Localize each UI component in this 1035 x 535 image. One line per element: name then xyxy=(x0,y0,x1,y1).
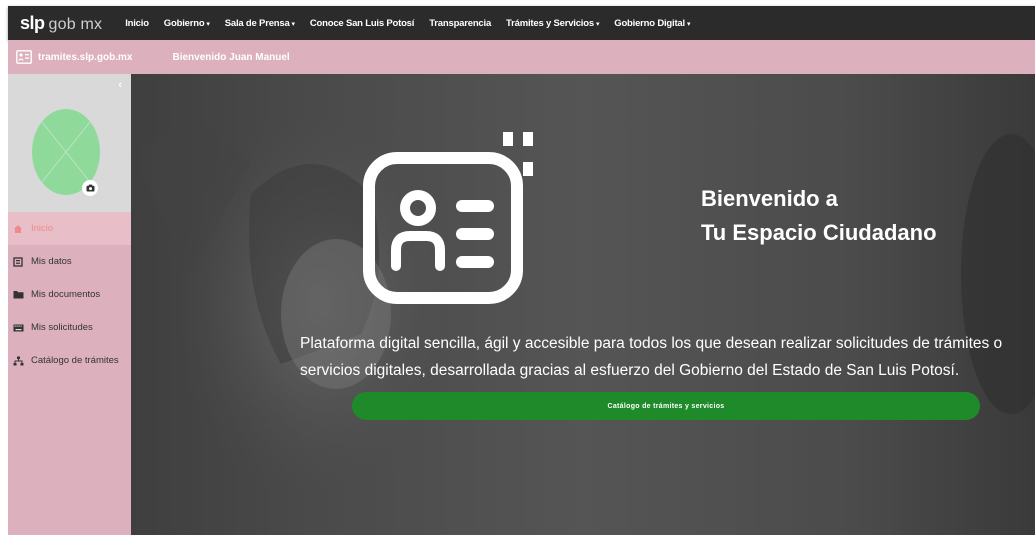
caret-down-icon: ▾ xyxy=(291,20,296,28)
sidebar-item-label: Mis documentos xyxy=(31,289,101,300)
top-navbar: slp gob mx Inicio Gobierno ▾ Sala de Pren… xyxy=(8,6,1035,40)
brand-secondary: gob mx xyxy=(48,15,103,33)
citizen-id-card-icon xyxy=(363,132,533,304)
nav-inicio[interactable]: Inicio xyxy=(125,18,149,29)
hero-background-photo xyxy=(131,104,1035,504)
hero-description: Plataforma digital sencilla, ágil y acce… xyxy=(300,335,1003,379)
sidebar-item-catalogo-tramites[interactable]: Catálogo de trámites xyxy=(8,344,131,377)
hero-title-line2: Tu Espacio Ciudadano xyxy=(701,220,937,245)
sidebar-item-mis-solicitudes[interactable]: Mis solicitudes xyxy=(8,311,131,344)
caret-down-icon: ▾ xyxy=(595,20,600,28)
site-subheader: tramites.slp.gob.mx Bienvenido Juan Manu… xyxy=(8,40,1035,74)
brand-primary: slp xyxy=(20,12,45,33)
sidebar-item-label: Inicio xyxy=(31,223,54,234)
sidebar-item-label: Mis solicitudes xyxy=(31,322,93,333)
hero-banner: Bienvenido a Tu Espacio Ciudadano Plataf… xyxy=(131,74,1035,535)
profile-panel: ‹ xyxy=(8,74,131,212)
nav-gobierno[interactable]: Gobierno ▾ xyxy=(164,18,210,29)
sidebar: ‹ Inicio Mis datos Mis documentos Mis so… xyxy=(8,74,131,535)
sidebar-item-inicio[interactable]: Inicio xyxy=(8,212,131,245)
id-card-icon xyxy=(16,50,32,64)
sidebar-item-mis-datos[interactable]: Mis datos xyxy=(8,245,131,278)
camera-icon[interactable] xyxy=(82,180,98,196)
home-icon xyxy=(11,224,25,234)
sidebar-item-label: Catálogo de trámites xyxy=(31,355,119,366)
site-domain[interactable]: tramites.slp.gob.mx xyxy=(38,52,132,63)
nav-sala-de-prensa[interactable]: Sala de Prensa ▾ xyxy=(225,18,295,29)
nav-tramites-servicios[interactable]: Trámites y Servicios ▾ xyxy=(506,18,599,29)
catalog-button[interactable]: Catálogo de trámites y servicios xyxy=(352,392,980,420)
nav-transparencia[interactable]: Transparencia xyxy=(429,18,491,29)
chevron-left-icon[interactable]: ‹ xyxy=(118,79,122,91)
sidebar-item-mis-documentos[interactable]: Mis documentos xyxy=(8,278,131,311)
keyboard-icon xyxy=(11,324,25,332)
sidebar-item-label: Mis datos xyxy=(31,256,72,267)
folder-icon xyxy=(11,290,25,299)
caret-down-icon: ▾ xyxy=(686,20,691,28)
hero-title: Bienvenido a Tu Espacio Ciudadano xyxy=(701,182,937,250)
hero-title-line1: Bienvenido a xyxy=(701,186,838,211)
id-card-icon xyxy=(11,256,25,267)
welcome-user: Bienvenido Juan Manuel xyxy=(172,51,290,63)
nav-conoce-slp[interactable]: Conoce San Luis Potosí xyxy=(310,18,415,29)
brand-logo[interactable]: slp gob mx xyxy=(20,13,102,34)
nav-gobierno-digital[interactable]: Gobierno Digital ▾ xyxy=(614,18,690,29)
sitemap-icon xyxy=(11,356,25,366)
caret-down-icon: ▾ xyxy=(206,20,210,28)
